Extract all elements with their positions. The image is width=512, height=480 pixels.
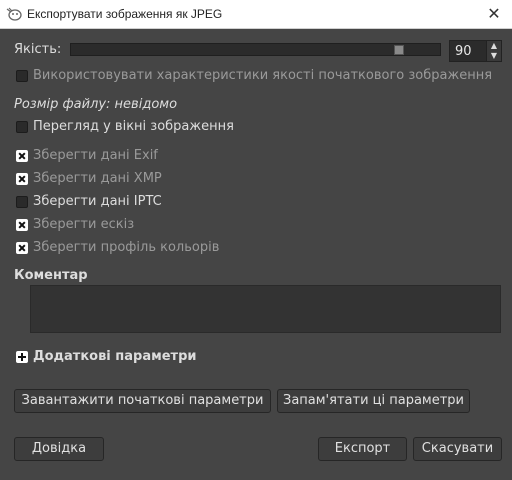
file-size-label: Розмір файлу: невідомо <box>14 97 178 112</box>
window-title: Експортувати зображення як JPEG <box>27 7 223 21</box>
export-dialog-body: Якість: 90 ▲ ▼ Використовувати характери… <box>0 29 512 480</box>
quality-slider[interactable] <box>70 43 441 56</box>
quality-value[interactable]: 90 <box>455 44 472 59</box>
preview-checkbox[interactable] <box>16 121 28 133</box>
quality-spin-buttons: ▲ ▼ <box>486 41 501 61</box>
use-original-quality-checkbox[interactable] <box>16 70 28 82</box>
save-thumbnail-label: Зберегти ескіз <box>33 217 135 232</box>
save-xmp-checkbox[interactable] <box>16 173 28 185</box>
gimp-app-icon <box>6 7 22 21</box>
comment-textarea[interactable] <box>30 285 501 333</box>
help-button[interactable]: Довідка <box>14 437 104 461</box>
save-xmp-label: Зберегти дані XMP <box>33 171 162 186</box>
save-iptc-checkbox[interactable] <box>16 196 28 208</box>
expand-plus-icon[interactable] <box>16 351 28 363</box>
save-thumbnail-checkbox[interactable] <box>16 219 28 231</box>
save-exif-label: Зберегти дані Exif <box>33 148 158 163</box>
load-defaults-button[interactable]: Завантажити початкові параметри <box>14 389 271 413</box>
quality-label: Якість: <box>14 42 62 57</box>
preview-label: Перегляд у вікні зображення <box>33 119 234 134</box>
spin-up-icon[interactable]: ▲ <box>487 41 501 51</box>
spin-down-icon[interactable]: ▼ <box>487 51 501 61</box>
use-original-quality-label: Використовувати характеристики якості по… <box>33 68 493 83</box>
save-color-profile-label: Зберегти профіль кольорів <box>33 240 220 255</box>
save-color-profile-checkbox[interactable] <box>16 242 28 254</box>
export-button[interactable]: Експорт <box>318 437 407 461</box>
advanced-options-expander[interactable]: Додаткові параметри <box>33 349 197 364</box>
save-iptc-label: Зберегти дані IPTC <box>33 194 162 209</box>
window-titlebar: Експортувати зображення як JPEG ✕ <box>0 0 512 29</box>
close-icon[interactable]: ✕ <box>484 4 504 24</box>
quality-spinbox[interactable]: 90 ▲ ▼ <box>449 40 502 62</box>
save-exif-checkbox[interactable] <box>16 150 28 162</box>
save-defaults-button[interactable]: Запам'ятати ці параметри <box>277 389 470 413</box>
comment-label: Коментар <box>14 268 88 283</box>
quality-slider-handle[interactable] <box>394 45 404 55</box>
cancel-button[interactable]: Скасувати <box>413 437 502 461</box>
